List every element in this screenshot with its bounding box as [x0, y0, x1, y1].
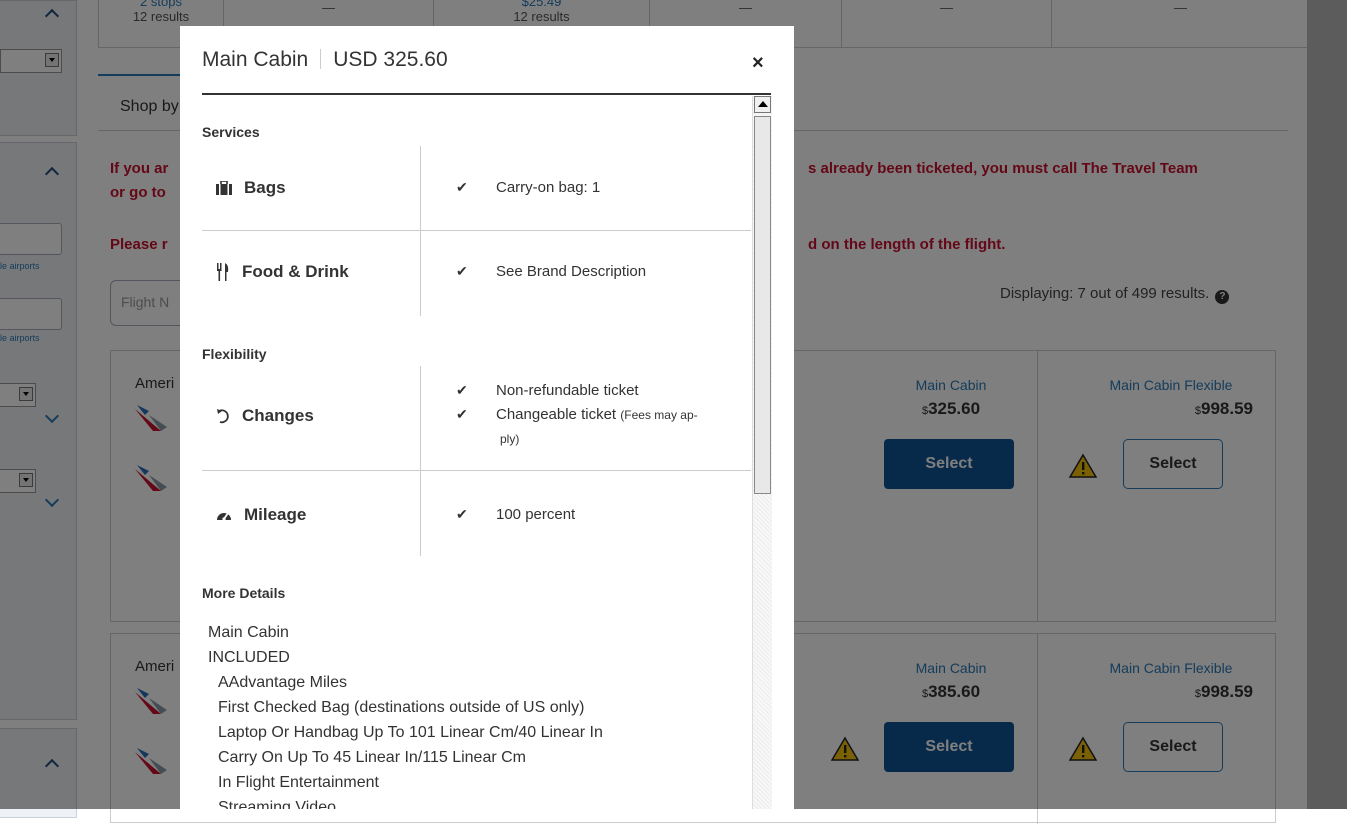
changes-fee-note: (Fees may ap- [620, 408, 698, 422]
bags-label-text: Bags [244, 178, 286, 197]
detail-line: INCLUDED [208, 649, 290, 666]
mileage-value-text: 100 percent [496, 506, 576, 523]
food-value: ✔ See Brand Description [456, 263, 646, 280]
check-icon: ✔ [456, 179, 468, 195]
detail-line: In Flight Entertainment [218, 774, 379, 791]
scrollbar-thumb[interactable] [754, 116, 771, 494]
modal-scroll-content: Services Bags ✔ Carry-on bag: 1 Food & Dr… [202, 96, 751, 809]
changes-value-2-cont: ply) [500, 432, 520, 446]
fare-details-modal: Main Cabin USD 325.60 × Services Bags ✔ Ca… [180, 26, 794, 809]
services-heading: Services [202, 124, 260, 140]
mileage-value: ✔ 100 percent [456, 506, 575, 523]
service-row-food: Food & Drink ✔ See Brand Description [202, 230, 751, 316]
row-divider [420, 146, 421, 230]
modal-header-rule [202, 93, 771, 95]
briefcase-icon [216, 181, 232, 195]
check-icon: ✔ [456, 506, 468, 522]
food-label-text: Food & Drink [242, 262, 349, 281]
food-label: Food & Drink [216, 262, 349, 282]
bags-value-text: Carry-on bag: 1 [496, 179, 601, 196]
modal-title: Main Cabin USD 325.60 [202, 48, 448, 72]
mileage-label-text: Mileage [244, 505, 307, 524]
title-separator [320, 49, 322, 69]
speedometer-icon [217, 512, 231, 521]
scroll-up-arrow-icon[interactable] [754, 96, 771, 113]
changes-label: Changes [216, 406, 314, 426]
row-divider [420, 470, 421, 556]
changes-value-2: ✔ Changeable ticket (Fees may ap- [456, 406, 698, 423]
flexibility-heading: Flexibility [202, 346, 267, 362]
check-icon: ✔ [456, 382, 468, 398]
service-row-changes: Changes ✔ Non-refundable ticket ✔ Changeab… [202, 366, 751, 471]
check-icon: ✔ [456, 406, 468, 422]
modal-price: USD 325.60 [333, 48, 448, 71]
detail-line: First Checked Bag (destinations outside … [218, 699, 585, 716]
check-icon: ✔ [456, 263, 468, 279]
row-divider [420, 366, 421, 470]
changes-value-1-text: Non-refundable ticket [496, 382, 639, 399]
changes-label-text: Changes [242, 406, 314, 425]
mileage-label: Mileage [216, 505, 306, 525]
modal-cabin-name: Main Cabin [202, 48, 309, 71]
close-icon[interactable]: × [752, 52, 764, 75]
bags-value: ✔ Carry-on bag: 1 [456, 179, 600, 196]
detail-line: AAdvantage Miles [218, 674, 347, 691]
detail-line: Carry On Up To 45 Linear In/115 Linear C… [218, 749, 527, 766]
detail-line: Main Cabin [208, 624, 289, 641]
service-row-mileage: Mileage ✔ 100 percent [202, 470, 751, 556]
detail-line: Laptop Or Handbag Up To 101 Linear Cm/40… [218, 724, 603, 741]
change-arrow-icon [217, 409, 229, 424]
modal-scrollbar[interactable] [752, 96, 772, 809]
utensils-icon [217, 263, 229, 281]
more-details-heading: More Details [202, 585, 286, 601]
detail-line: Streaming Video [218, 799, 336, 809]
changes-value-2-text: Changeable ticket [496, 406, 617, 423]
changes-value-1: ✔ Non-refundable ticket [456, 382, 639, 399]
food-value-text: See Brand Description [496, 263, 647, 280]
bags-label: Bags [216, 178, 286, 198]
service-row-bags: Bags ✔ Carry-on bag: 1 [202, 146, 751, 231]
row-divider [420, 230, 421, 316]
